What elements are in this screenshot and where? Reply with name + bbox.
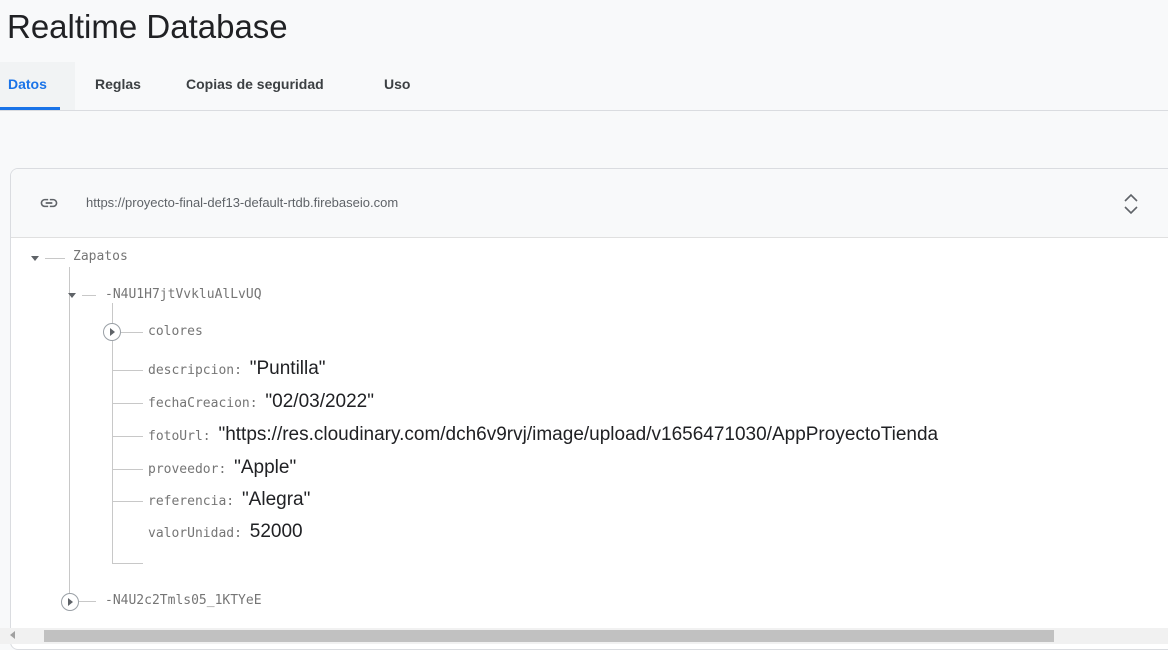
page-title: Realtime Database <box>7 8 288 45</box>
expand-colores-icon[interactable] <box>103 323 121 341</box>
tree-connector <box>112 370 143 371</box>
tree-connector <box>79 601 96 602</box>
tab-reglas[interactable]: Reglas <box>95 76 141 92</box>
tree-connector <box>112 501 143 502</box>
field-separator: : <box>249 396 266 411</box>
field-key: fechaCreacion <box>148 396 250 411</box>
tree-connector <box>121 332 143 333</box>
database-panel: https://proyecto-final-def13-default-rtd… <box>10 168 1168 650</box>
node-key-colores[interactable]: colores <box>148 324 203 339</box>
field-key: referencia <box>148 494 227 509</box>
field-valorunidad[interactable]: valorUnidad: 52000 <box>148 521 303 543</box>
field-key: fotoUrl <box>148 429 203 444</box>
field-separator: : <box>226 494 242 509</box>
field-value: 52000 <box>249 521 303 542</box>
scrollbar-thumb[interactable] <box>44 630 1054 642</box>
field-value: "https://res.cloudinary.com/dch6v9rvj/im… <box>218 424 939 445</box>
expand-child-2-icon[interactable] <box>61 593 79 611</box>
tab-uso[interactable]: Uso <box>384 76 410 92</box>
tab-copias-de-seguridad[interactable]: Copias de seguridad <box>186 76 324 92</box>
field-key: proveedor <box>148 462 219 477</box>
horizontal-scrollbar[interactable] <box>0 628 1168 644</box>
tree-connector <box>112 563 143 564</box>
field-separator: : <box>234 363 250 378</box>
active-tab-indicator <box>0 107 60 110</box>
tree-connector <box>112 469 143 470</box>
field-value: "Alegra" <box>241 489 311 510</box>
field-value: "02/03/2022" <box>265 391 374 412</box>
tree-connector <box>69 267 70 601</box>
tree-connector <box>82 295 96 296</box>
node-key-zapatos[interactable]: Zapatos <box>73 249 128 264</box>
field-value: "Puntilla" <box>249 358 326 379</box>
field-separator: : <box>234 526 250 541</box>
link-icon <box>40 198 58 208</box>
field-fotourl[interactable]: fotoUrl: "https://res.cloudinary.com/dch… <box>148 424 938 446</box>
field-key: descripcion <box>148 363 235 378</box>
field-separator: : <box>202 429 219 444</box>
field-value: "Apple" <box>234 457 297 478</box>
tree-connector <box>112 303 113 563</box>
node-key-child-1[interactable]: -N4U1H7jtVvkluAlLvUQ <box>105 287 262 302</box>
node-key-child-2[interactable]: -N4U2c2Tmls05_1KTYeE <box>105 593 262 608</box>
data-tree: Zapatos -N4U1H7jtVvkluAlLvUQ colores des… <box>11 237 1168 627</box>
collapse-node-caret-icon[interactable] <box>68 293 76 298</box>
tree-connector <box>45 258 65 259</box>
scroll-left-arrow-icon[interactable] <box>10 631 15 639</box>
field-referencia[interactable]: referencia: "Alegra" <box>148 489 310 511</box>
field-descripcion[interactable]: descripcion: "Puntilla" <box>148 358 326 380</box>
tab-bar: Datos Reglas Copias de seguridad Uso <box>0 62 1168 111</box>
tree-connector <box>112 403 143 404</box>
database-url-bar: https://proyecto-final-def13-default-rtd… <box>11 169 1168 238</box>
collapse-zapatos-caret-icon[interactable] <box>31 256 39 261</box>
unfold-more-icon[interactable] <box>1121 191 1141 217</box>
field-separator: : <box>218 462 235 477</box>
field-proveedor[interactable]: proveedor: "Apple" <box>148 457 296 479</box>
field-key: valorUnidad <box>148 526 235 541</box>
tree-connector <box>112 436 143 437</box>
database-url[interactable]: https://proyecto-final-def13-default-rtd… <box>86 195 398 210</box>
tab-datos[interactable]: Datos <box>8 76 47 92</box>
field-fechacreacion[interactable]: fechaCreacion: "02/03/2022" <box>148 391 374 413</box>
